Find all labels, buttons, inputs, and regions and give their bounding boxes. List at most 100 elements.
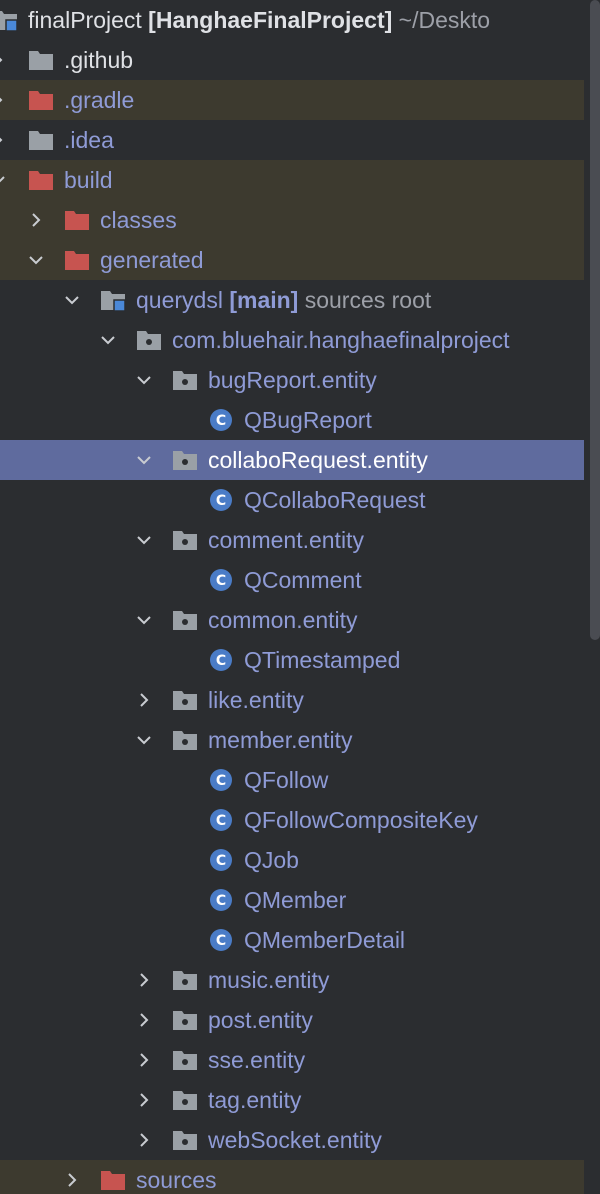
tree-row-tag[interactable]: tag.entity — [0, 1080, 584, 1120]
chevron-down-icon[interactable] — [60, 288, 84, 312]
tree-row-build[interactable]: build — [0, 160, 584, 200]
package-icon — [172, 608, 198, 632]
tree-row-generated[interactable]: generated — [0, 240, 584, 280]
chevron-right-icon[interactable] — [24, 208, 48, 232]
package-icon — [172, 688, 198, 712]
tree-row-label: build — [64, 167, 113, 193]
tree-row-qfollow[interactable]: C QFollow — [0, 760, 584, 800]
tree-row-querydsl[interactable]: querydsl [main] sources root — [0, 280, 584, 320]
class-icon-letter: C — [216, 813, 226, 829]
class-icon-letter: C — [216, 653, 226, 669]
class-icon: C — [208, 768, 234, 792]
tree-row-like[interactable]: like.entity — [0, 680, 584, 720]
chevron-right-icon[interactable] — [0, 128, 10, 152]
project-root-label: finalProject [HanghaeFinalProject] ~/Des… — [28, 0, 490, 40]
tree-row-comment[interactable]: comment.entity — [0, 520, 584, 560]
chevron-right-icon[interactable] — [132, 1128, 156, 1152]
tree-row-github[interactable]: .github — [0, 40, 584, 80]
class-icon: C — [208, 808, 234, 832]
module-folder-icon — [0, 8, 18, 32]
tree-row-label: QCollaboRequest — [244, 487, 426, 513]
tree-row-qfollowkey[interactable]: C QFollowCompositeKey — [0, 800, 584, 840]
package-icon — [172, 968, 198, 992]
chevron-down-icon[interactable] — [132, 728, 156, 752]
chevron-down-icon[interactable] — [0, 168, 10, 192]
tree-row-label: webSocket.entity — [208, 1127, 382, 1153]
chevron-right-icon[interactable] — [0, 48, 10, 72]
chevron-right-icon[interactable] — [132, 688, 156, 712]
chevron-right-icon[interactable] — [132, 968, 156, 992]
tree-row-sources[interactable]: sources — [0, 1160, 584, 1194]
excluded-folder-icon — [64, 208, 90, 232]
chevron-down-icon[interactable] — [132, 528, 156, 552]
chevron-down-icon[interactable] — [132, 448, 156, 472]
chevron-right-icon[interactable] — [132, 1008, 156, 1032]
tree-row-label: generated — [100, 247, 204, 273]
tree-row-common[interactable]: common.entity — [0, 600, 584, 640]
class-icon: C — [208, 928, 234, 952]
tree-row-label: tag.entity — [208, 1087, 302, 1113]
class-icon-letter: C — [216, 933, 226, 949]
tree-row-qcomment[interactable]: C QComment — [0, 560, 584, 600]
class-icon: C — [208, 648, 234, 672]
folder-icon — [28, 128, 54, 152]
project-name: finalProject — [28, 7, 142, 33]
querydsl-note: sources root — [304, 287, 432, 313]
excluded-folder-icon — [64, 248, 90, 272]
tree-row-qjob[interactable]: C QJob — [0, 840, 584, 880]
tree-row-collabo[interactable]: collaboRequest.entity — [0, 440, 584, 480]
tree-row-label: QMember — [244, 887, 347, 913]
tree-row-qmemberdetail[interactable]: C QMemberDetail — [0, 920, 584, 960]
tree-row-base-package[interactable]: com.bluehair.hanghaefinalproject — [0, 320, 584, 360]
class-icon-letter: C — [216, 413, 226, 429]
tree-row-member[interactable]: member.entity — [0, 720, 584, 760]
tree-row-label: .github — [64, 47, 134, 73]
class-icon-letter: C — [216, 773, 226, 789]
chevron-down-icon[interactable] — [132, 368, 156, 392]
tree-row-idea[interactable]: .idea — [0, 120, 584, 160]
tree-row-qcollabo[interactable]: C QCollaboRequest — [0, 480, 584, 520]
chevron-right-icon[interactable] — [0, 88, 10, 112]
tree-row-websocket[interactable]: webSocket.entity — [0, 1120, 584, 1160]
tree-row-gradle[interactable]: .gradle — [0, 80, 584, 120]
class-icon: C — [208, 488, 234, 512]
tree-row-qbugreport[interactable]: C QBugReport — [0, 400, 584, 440]
project-path: ~/Deskto — [398, 7, 491, 33]
tree-row-label: QComment — [244, 567, 362, 593]
chevron-down-icon[interactable] — [96, 328, 120, 352]
tree-row-label: sources — [136, 1167, 217, 1193]
class-icon: C — [208, 568, 234, 592]
tree-row-project-root[interactable]: finalProject [HanghaeFinalProject] ~/Des… — [0, 0, 584, 40]
chevron-down-icon[interactable] — [24, 248, 48, 272]
package-icon — [172, 1088, 198, 1112]
tree-row-qtimestamped[interactable]: C QTimestamped — [0, 640, 584, 680]
tree-row-sse[interactable]: sse.entity — [0, 1040, 584, 1080]
excluded-folder-icon — [100, 1168, 126, 1192]
package-icon — [172, 1048, 198, 1072]
tree-row-label: bugReport.entity — [208, 367, 377, 393]
tree-row-label: QFollow — [244, 767, 329, 793]
chevron-right-icon[interactable] — [60, 1168, 84, 1192]
tree-row-post[interactable]: post.entity — [0, 1000, 584, 1040]
querydsl-tag: [main] — [229, 287, 299, 313]
tree-row-qmember[interactable]: C QMember — [0, 880, 584, 920]
chevron-down-icon[interactable] — [132, 608, 156, 632]
package-icon — [172, 1008, 198, 1032]
tree-row-label: QJob — [244, 847, 299, 873]
tree-row-bugreport[interactable]: bugReport.entity — [0, 360, 584, 400]
chevron-right-icon[interactable] — [132, 1088, 156, 1112]
tree-row-label: like.entity — [208, 687, 304, 713]
project-module: [HanghaeFinalProject] — [148, 7, 393, 33]
class-icon-letter: C — [216, 893, 226, 909]
chevron-right-icon[interactable] — [132, 1048, 156, 1072]
project-tree: finalProject [HanghaeFinalProject] ~/Des… — [0, 0, 584, 1194]
vertical-scrollbar[interactable] — [590, 0, 600, 640]
package-icon — [172, 528, 198, 552]
tree-row-label: QFollowCompositeKey — [244, 807, 478, 833]
tree-row-music[interactable]: music.entity — [0, 960, 584, 1000]
tree-row-label: comment.entity — [208, 527, 364, 553]
class-icon: C — [208, 848, 234, 872]
tree-row-classes[interactable]: classes — [0, 200, 584, 240]
excluded-folder-icon — [28, 88, 54, 112]
class-icon-letter: C — [216, 493, 226, 509]
